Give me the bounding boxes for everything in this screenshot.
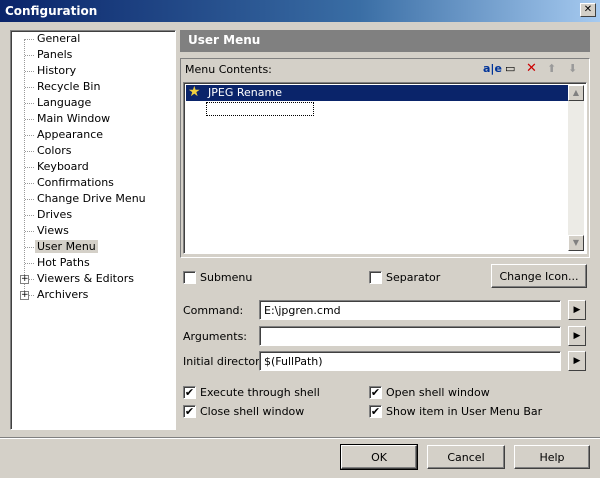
initial-directory-label: Initial directory: <box>183 355 270 368</box>
tree-item-label: Recycle Bin <box>37 80 101 93</box>
panel-title: User Menu <box>188 33 261 47</box>
tree-branch-line <box>25 103 34 104</box>
vertical-scrollbar[interactable]: ▲ ▼ <box>568 85 584 251</box>
tree-branch-line <box>25 215 34 216</box>
tree-item-label: Drives <box>37 208 73 221</box>
tree-branch-line <box>25 167 34 168</box>
tree-branch-line <box>25 135 34 136</box>
expand-icon[interactable]: + <box>20 291 29 300</box>
move-down-icon[interactable]: ⬇ <box>568 62 577 75</box>
tree-branch-line <box>25 71 34 72</box>
execute-shell-label: Execute through shell <box>200 386 320 399</box>
arrow-right-icon: ▶ <box>573 331 581 341</box>
command-input[interactable] <box>259 300 561 320</box>
arrow-right-icon: ▶ <box>573 356 581 366</box>
tree-item-label: Archivers <box>37 288 89 301</box>
tree-branch-line <box>25 87 34 88</box>
close-icon: ✕ <box>583 4 593 15</box>
tree-item-label: History <box>37 64 77 77</box>
tree-branch-line <box>25 247 34 248</box>
tree-item-label: Hot Paths <box>37 256 90 269</box>
show-item-checkbox[interactable]: ✔ <box>369 405 382 418</box>
window-title: Configuration <box>5 4 98 18</box>
show-item-label: Show item in User Menu Bar <box>386 405 543 418</box>
tree-item-label: Colors <box>37 144 72 157</box>
tree-item-label: Change Drive Menu <box>37 192 146 205</box>
menu-contents-label: Menu Contents: <box>185 63 272 76</box>
scroll-up-button[interactable]: ▲ <box>568 85 584 101</box>
rename-icon[interactable]: a|e <box>483 62 502 75</box>
new-item-icon[interactable]: ▭ <box>505 62 515 75</box>
close-shell-checkbox[interactable]: ✔ <box>183 405 196 418</box>
tree-item-label: Panels <box>37 48 73 61</box>
submenu-label: Submenu <box>200 271 253 284</box>
tree-branch-line <box>25 231 34 232</box>
change-icon-button[interactable]: Change Icon... <box>491 264 587 288</box>
star-icon: ★ <box>188 84 201 100</box>
tree-item-label: User Menu <box>35 240 98 253</box>
cancel-button[interactable]: Cancel <box>427 445 505 469</box>
separator-checkbox[interactable] <box>369 271 382 284</box>
title-bar: Configuration ✕ <box>0 0 600 22</box>
tree-item-label: Views <box>37 224 69 237</box>
arguments-browse-button[interactable]: ▶ <box>568 326 586 346</box>
tree-item-label: Language <box>37 96 92 109</box>
ok-button[interactable]: OK <box>340 444 418 470</box>
tree-item-label: Main Window <box>37 112 111 125</box>
menu-items-list[interactable]: ★ JPEG Rename ▲ ▼ <box>183 82 587 254</box>
tree-branch-line <box>25 151 34 152</box>
execute-shell-checkbox[interactable]: ✔ <box>183 386 196 399</box>
tree-item-label: Confirmations <box>37 176 114 189</box>
command-label: Command: <box>183 304 244 317</box>
command-browse-button[interactable]: ▶ <box>568 300 586 320</box>
expand-icon[interactable]: + <box>20 275 29 284</box>
arrow-right-icon: ▶ <box>573 305 581 315</box>
tree-branch-line <box>25 119 34 120</box>
initial-directory-browse-button[interactable]: ▶ <box>568 351 586 371</box>
tree-branch-line <box>25 263 34 264</box>
footer-divider <box>0 437 600 439</box>
help-button[interactable]: Help <box>514 445 590 469</box>
open-shell-checkbox[interactable]: ✔ <box>369 386 382 399</box>
tree-branch-line <box>25 55 34 56</box>
new-item-placeholder[interactable] <box>206 102 314 116</box>
tree-branch-line <box>25 39 34 40</box>
list-item-label: JPEG Rename <box>208 86 282 99</box>
tree-item-label: Keyboard <box>37 160 89 173</box>
list-item[interactable]: ★ JPEG Rename <box>186 84 568 101</box>
tree-item-label: General <box>37 32 81 45</box>
tree-item-label: Viewers & Editors <box>37 272 134 285</box>
category-tree[interactable]: General Panels History Recycle Bin Language M… <box>10 30 176 430</box>
arguments-label: Arguments: <box>183 330 248 343</box>
tree-branch-line <box>25 183 34 184</box>
panel-header: User Menu <box>180 30 590 52</box>
tree-branch-line <box>25 199 34 200</box>
move-up-icon[interactable]: ⬆ <box>547 62 556 75</box>
delete-icon[interactable]: ✕ <box>526 61 537 76</box>
close-shell-label: Close shell window <box>200 405 305 418</box>
initial-directory-input[interactable] <box>259 351 561 371</box>
submenu-checkbox[interactable] <box>183 271 196 284</box>
separator-label: Separator <box>386 271 441 284</box>
open-shell-label: Open shell window <box>386 386 490 399</box>
close-button[interactable]: ✕ <box>580 3 596 17</box>
tree-item-label: Appearance <box>37 128 104 141</box>
arguments-input[interactable] <box>259 326 561 346</box>
tree-guide-line <box>24 39 25 297</box>
scroll-down-button[interactable]: ▼ <box>568 235 584 251</box>
